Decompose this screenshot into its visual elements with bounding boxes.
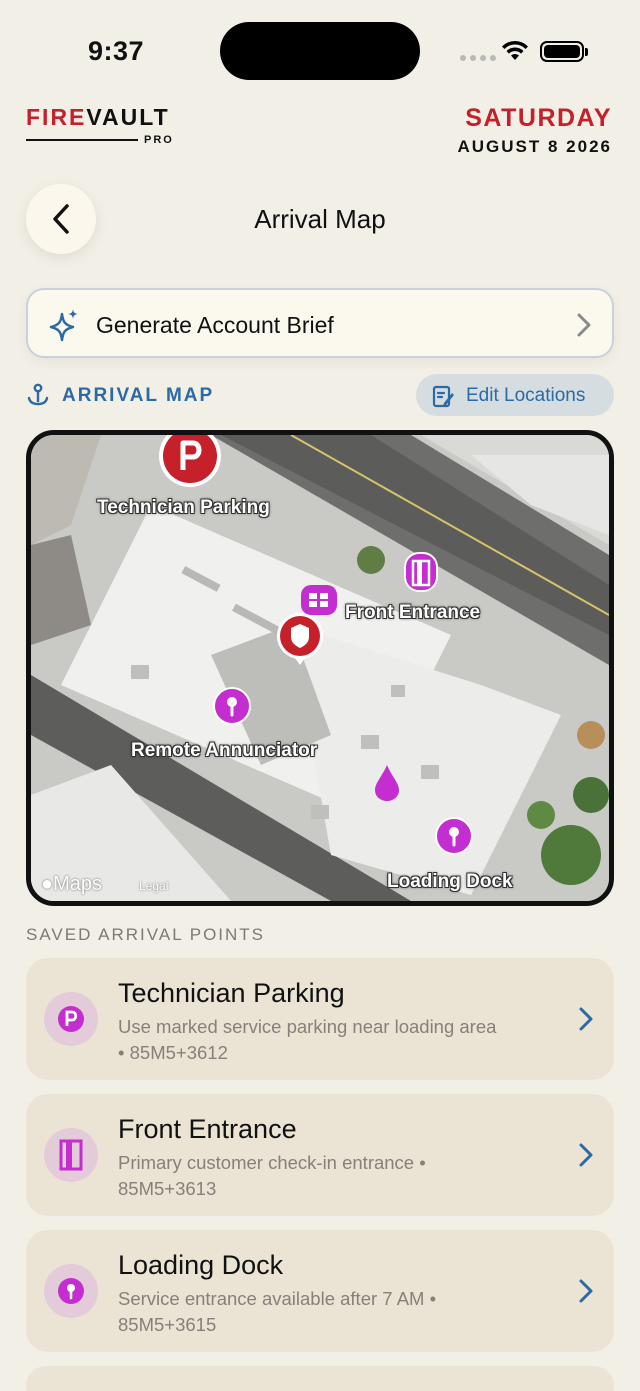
date-label: AUGUST 8 2026 (457, 137, 612, 156)
saved-point-subtitle: Service entrance available after 7 AM • … (118, 1288, 437, 1335)
cellular-signal-icon (460, 55, 496, 61)
chevron-right-icon (577, 313, 591, 337)
chevron-right-icon (579, 1007, 593, 1031)
anchor-pin-icon (27, 383, 49, 406)
pin-icon-badge (44, 1264, 98, 1318)
door-pin-icon[interactable] (403, 551, 439, 593)
logo-fire: FIRE (26, 104, 87, 130)
battery-icon (540, 41, 588, 62)
saved-points-title: SAVED ARRIVAL POINTS (26, 925, 266, 944)
chevron-right-icon (579, 1143, 593, 1167)
parking-pin-icon[interactable] (157, 430, 223, 489)
chevron-right-icon (579, 1279, 593, 1303)
site-shield-icon[interactable] (275, 611, 325, 669)
saved-point-card-partial[interactable] (26, 1366, 614, 1391)
map-label-loading-dock: Loading Dock (387, 871, 513, 892)
weekday-label: SATURDAY (465, 104, 612, 132)
status-time: 9:37 (88, 36, 145, 66)
arrival-map-header: ARRIVAL MAP Edit Locations (26, 374, 614, 416)
generate-brief-button[interactable]: Generate Account Brief (26, 288, 614, 358)
dynamic-island (220, 22, 420, 80)
annunciator-pin-icon[interactable] (213, 687, 251, 725)
saved-point-card[interactable]: Front Entrance Primary customer check-in… (26, 1094, 614, 1216)
wifi-icon (502, 40, 528, 60)
saved-point-card[interactable]: Technician Parking Use marked service pa… (26, 958, 614, 1080)
map-label-front-entrance: Front Entrance (345, 602, 481, 623)
parking-icon (58, 1006, 84, 1032)
saved-point-card[interactable]: Loading Dock Service entrance available … (26, 1230, 614, 1352)
saved-point-title: Loading Dock (118, 1250, 284, 1280)
arrival-map-label: ARRIVAL MAP (62, 385, 215, 406)
edit-locations-button[interactable]: Edit Locations (416, 374, 614, 416)
loading-dock-pin-icon[interactable] (435, 817, 473, 855)
app-logo: FIREVAULT PRO (26, 104, 176, 146)
edit-locations-label: Edit Locations (466, 385, 586, 406)
maps-attribution[interactable]: ●Maps (41, 873, 102, 896)
arrival-map[interactable]: Technician Parking Front Entrance Remote… (26, 430, 614, 906)
pin-icon (58, 1278, 84, 1304)
sparkles-icon (49, 309, 78, 342)
page-title: Arrival Map (254, 204, 386, 234)
map-label-remote-annunciator: Remote Annunciator (131, 740, 318, 761)
logo-vault: VAULT (86, 104, 170, 130)
saved-point-title: Front Entrance (118, 1114, 297, 1144)
map-label-technician-parking: Technician Parking (97, 497, 270, 518)
edit-note-icon (432, 385, 454, 408)
status-bar: 9:37 (0, 0, 640, 100)
legal-link[interactable]: Legal (139, 879, 168, 893)
maps-attribution-label: Maps (53, 873, 102, 895)
door-icon (59, 1139, 83, 1171)
saved-point-title: Technician Parking (118, 978, 345, 1008)
saved-point-subtitle: Use marked service parking near loading … (118, 1016, 497, 1063)
drop-marker-icon[interactable] (373, 763, 401, 803)
saved-point-subtitle: Primary customer check-in entrance • 85M… (118, 1152, 426, 1199)
logo-pro: PRO (144, 134, 174, 146)
door-icon-badge (44, 1128, 98, 1182)
generate-brief-label: Generate Account Brief (96, 312, 334, 338)
apple-logo-icon: ● (41, 873, 54, 895)
parking-icon-badge (44, 992, 98, 1046)
header-date: SATURDAY AUGUST 8 2026 (458, 104, 613, 157)
